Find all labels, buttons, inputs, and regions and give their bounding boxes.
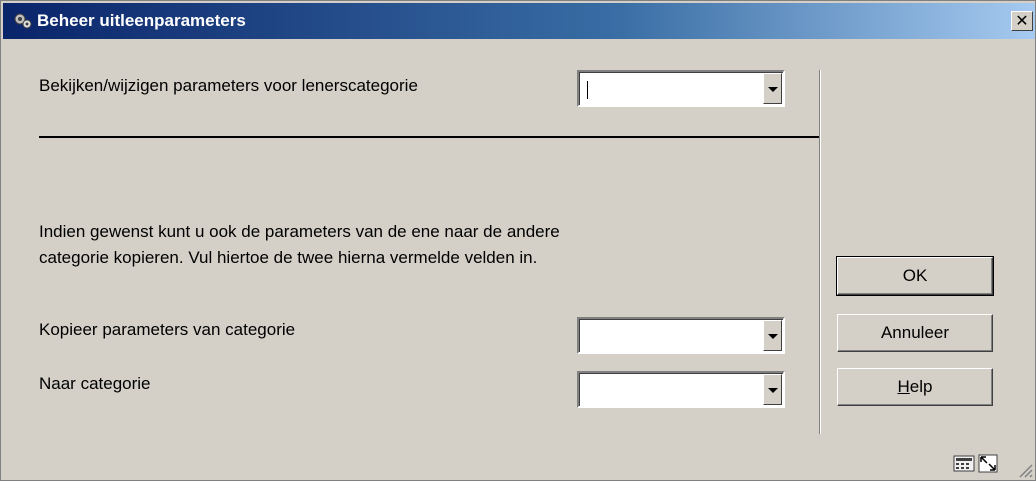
chevron-down-icon xyxy=(768,334,778,339)
help-label: elp xyxy=(909,377,933,396)
app-gear-icon xyxy=(14,13,32,29)
view-category-dropdown-button[interactable] xyxy=(763,73,782,104)
copy-from-label: Kopieer parameters van categorie xyxy=(39,320,296,339)
divider xyxy=(39,136,821,138)
chevron-down-icon xyxy=(768,388,778,393)
info-text-line-2: categorie kopieren. Vul hiertoe de twee … xyxy=(39,248,538,267)
chevron-down-icon xyxy=(768,87,778,92)
info-text-line-1: Indien gewenst kunt u ook de parameters … xyxy=(39,222,560,241)
maximize-icon[interactable] xyxy=(977,452,999,474)
ok-button[interactable]: OK xyxy=(836,256,994,296)
dialog-window: Beheer uitleenparameters ✕ Bekijken/wijz… xyxy=(0,0,1036,481)
close-button[interactable]: ✕ xyxy=(1011,11,1033,31)
copy-from-select[interactable] xyxy=(577,317,785,354)
view-category-label: Bekijken/wijzigen parameters voor leners… xyxy=(39,76,418,95)
calculator-icon[interactable] xyxy=(953,452,975,474)
view-category-select[interactable] xyxy=(577,70,785,107)
resize-grip-icon[interactable] xyxy=(1015,460,1033,478)
copy-from-dropdown-button[interactable] xyxy=(763,320,782,351)
text-caret xyxy=(587,81,588,99)
copy-to-select[interactable] xyxy=(577,371,785,408)
close-icon: ✕ xyxy=(1015,11,1029,30)
help-mnemonic: H xyxy=(897,377,910,396)
window-title: Beheer uitleenparameters xyxy=(37,11,246,30)
vertical-separator xyxy=(819,70,821,434)
copy-to-dropdown-button[interactable] xyxy=(763,374,782,405)
cancel-button[interactable]: Annuleer xyxy=(837,314,993,352)
title-bar[interactable]: Beheer uitleenparameters ✕ xyxy=(3,3,1035,39)
copy-to-label: Naar categorie xyxy=(39,374,151,393)
help-button[interactable]: Help xyxy=(837,368,993,406)
